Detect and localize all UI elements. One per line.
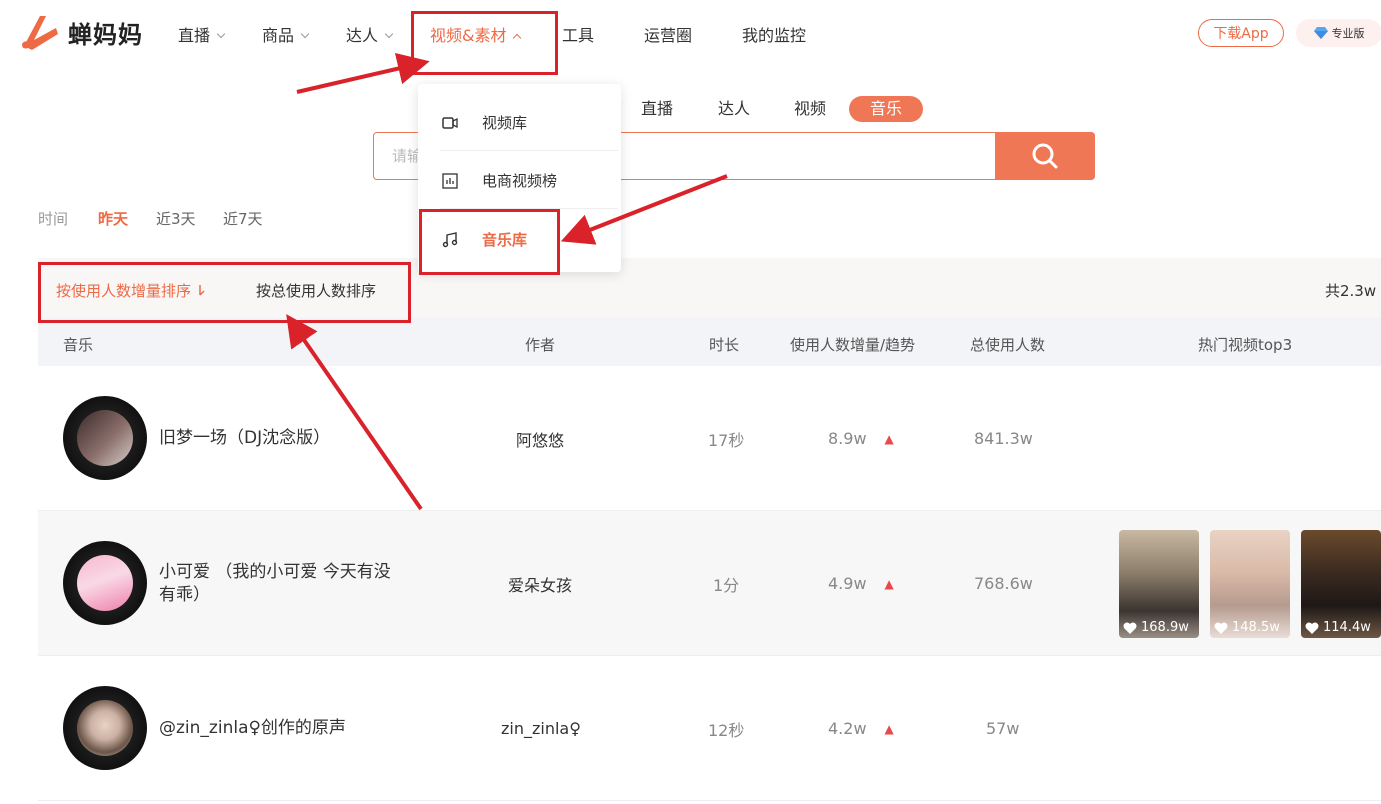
- arrow-to-nav: [296, 52, 430, 94]
- arrow-to-music-library: [560, 174, 728, 245]
- arrow-to-sort: [286, 314, 423, 511]
- annotation-arrows: [286, 52, 728, 511]
